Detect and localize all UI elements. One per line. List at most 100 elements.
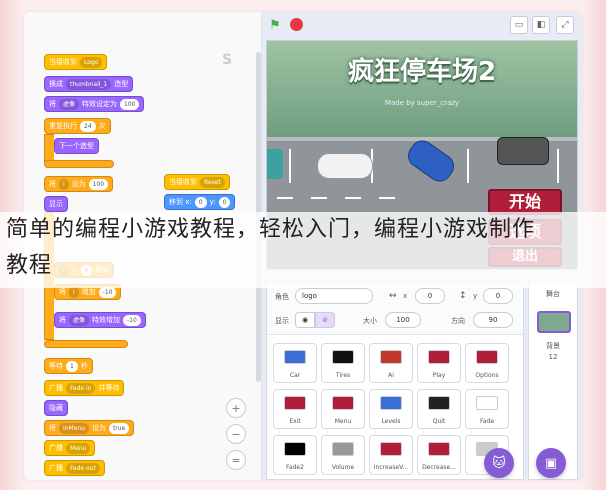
sprite-thumbnail	[332, 396, 354, 410]
effect-value[interactable]: 100	[120, 98, 140, 110]
zoom-in-button[interactable]: +	[226, 398, 246, 418]
effect-dropdown[interactable]: 虚像	[69, 314, 90, 326]
backdrop-count: 12	[548, 353, 558, 361]
block-label: 显示	[49, 200, 63, 208]
sprite-tile[interactable]: Car	[273, 343, 317, 383]
size-input[interactable]: 100	[385, 312, 421, 328]
block-label: 广播	[49, 464, 63, 472]
var-dropdown[interactable]: i	[69, 286, 79, 298]
block-hide[interactable]: 隐藏	[44, 400, 68, 416]
sprite-tile[interactable]: Fade	[465, 389, 509, 429]
block-set-inmenu[interactable]: 将 inMenu 设为 true	[44, 420, 135, 436]
sprite-tile[interactable]: Ai	[369, 343, 413, 383]
sprite-thumbnail	[476, 350, 498, 364]
parked-car-teal	[267, 149, 283, 179]
repeat-count[interactable]: 24	[80, 120, 96, 132]
sprite-name: Car	[289, 372, 301, 379]
y-label: y:	[209, 198, 216, 206]
var-dropdown[interactable]: inMenu	[59, 422, 89, 434]
repeat-c-bottom	[44, 160, 114, 168]
eye-slash-icon: ⊘	[322, 316, 328, 324]
sprite-tile[interactable]: Quit	[417, 389, 461, 429]
effect-change-value[interactable]: -10	[123, 314, 141, 326]
large-stage-button[interactable]: ◧	[532, 16, 550, 34]
x-value[interactable]: 0	[194, 196, 207, 208]
var-dropdown[interactable]: i	[59, 178, 69, 190]
block-repeat[interactable]: 重复执行 24 次	[44, 118, 111, 134]
block-mid: 特效设定为	[82, 100, 118, 108]
show-visible-toggle[interactable]: ◉	[295, 312, 315, 328]
effect-dropdown[interactable]: 虚像	[59, 98, 80, 110]
zoom-out-button[interactable]: −	[226, 424, 246, 444]
sprite-name: Decrease...	[422, 464, 456, 471]
sprite-tile[interactable]: Fade2	[273, 435, 317, 475]
stop-button[interactable]	[290, 18, 303, 31]
message-dropdown[interactable]: Logo	[80, 56, 103, 68]
sprite-tile[interactable]: IncreaseV...	[369, 435, 413, 475]
sprite-tile[interactable]: Tires	[321, 343, 365, 383]
block-show[interactable]: 显示	[44, 196, 68, 212]
var-value[interactable]: true	[108, 422, 130, 434]
y-value[interactable]: 0	[218, 196, 231, 208]
block-mid: 设为	[91, 424, 106, 432]
choose-sprite-button[interactable]: 🐱	[484, 448, 514, 478]
block-label: 换成	[49, 80, 63, 88]
block-next-costume[interactable]: 下一个造型	[54, 138, 99, 154]
broadcast-dropdown[interactable]: Fade in	[66, 382, 96, 394]
flag-icon: ⚑	[269, 17, 281, 33]
x-input[interactable]: 0	[415, 288, 445, 304]
size-label: 大小	[363, 317, 377, 325]
block-label: 当接收到	[49, 58, 77, 66]
zoom-reset-icon: =	[231, 453, 241, 467]
block-suffix: 次	[98, 122, 106, 130]
show-hidden-toggle[interactable]: ⊘	[315, 312, 335, 328]
block-set-effect[interactable]: 将 虚像 特效设定为 100	[44, 96, 145, 112]
block-broadcast-menu[interactable]: 广播 Menu	[44, 440, 96, 456]
lane-dash	[379, 197, 395, 199]
y-input[interactable]: 0	[483, 288, 513, 304]
sprite-name: Play	[432, 372, 446, 379]
block-goto-xy[interactable]: 移到 x: 0 y: 0	[164, 194, 236, 210]
block-set-var-i[interactable]: 将 i 设为 100	[44, 176, 114, 192]
overlay-caption: 简单的编程小游戏教程，轻松入门，编程小游戏制作 教程	[0, 212, 606, 288]
sprite-tile[interactable]: Volume	[321, 435, 365, 475]
sprite-name: Fade	[479, 418, 495, 425]
broadcast-dropdown[interactable]: Fade out	[66, 462, 100, 474]
block-broadcast-fade-out[interactable]: 广播 Fade out	[44, 460, 105, 476]
var-value[interactable]: 100	[88, 178, 109, 190]
block-label: 隐藏	[49, 404, 63, 412]
fullscreen-icon: ⤢	[561, 20, 569, 30]
sprite-name: Menu	[334, 418, 352, 425]
small-stage-button[interactable]: ▭	[510, 16, 528, 34]
block-change-effect[interactable]: 将 虚像 特效增加 -10	[54, 312, 146, 328]
block-switch-costume[interactable]: 换成 thumbnail_1 造型	[44, 76, 134, 92]
block-wait[interactable]: 等待 1 秒	[44, 358, 93, 374]
zoom-reset-button[interactable]: =	[226, 450, 246, 470]
zoom-out-icon: −	[231, 427, 241, 441]
sprite-tile[interactable]: Exit	[273, 389, 317, 429]
costume-dropdown[interactable]: thumbnail_1	[66, 78, 112, 90]
sprite-tile[interactable]: Levels	[369, 389, 413, 429]
message-dropdown[interactable]: Reset	[200, 176, 225, 188]
block-label: 移到 x:	[169, 198, 192, 206]
sprite-tile[interactable]: Play	[417, 343, 461, 383]
sprite-name-input[interactable]: logo	[295, 288, 373, 304]
green-flag-button[interactable]: ⚑	[266, 16, 284, 34]
block-mid: 增加	[81, 288, 96, 296]
caption-line-2: 教程	[6, 253, 53, 278]
block-when-receive-reset[interactable]: 当接收到 Reset	[164, 174, 230, 190]
sprite-tile[interactable]: Options	[465, 343, 509, 383]
block-broadcast-fade-in[interactable]: 广播 Fade in 并等待	[44, 380, 125, 396]
broadcast-dropdown[interactable]: Menu	[66, 442, 91, 454]
direction-input[interactable]: 90	[473, 312, 513, 328]
small-stage-icon: ▭	[514, 20, 524, 30]
parking-line	[467, 149, 469, 183]
choose-backdrop-button[interactable]: ▣	[536, 448, 566, 478]
wait-seconds[interactable]: 1	[66, 360, 78, 372]
fullscreen-button[interactable]: ⤢	[556, 16, 574, 34]
sprite-tile[interactable]: Menu	[321, 389, 365, 429]
change-value[interactable]: -10	[98, 286, 117, 298]
sprite-tile[interactable]: Decrease...	[417, 435, 461, 475]
block-when-receive-logo[interactable]: 当接收到 Logo	[44, 54, 108, 70]
backdrop-thumbnail[interactable]	[537, 311, 571, 333]
